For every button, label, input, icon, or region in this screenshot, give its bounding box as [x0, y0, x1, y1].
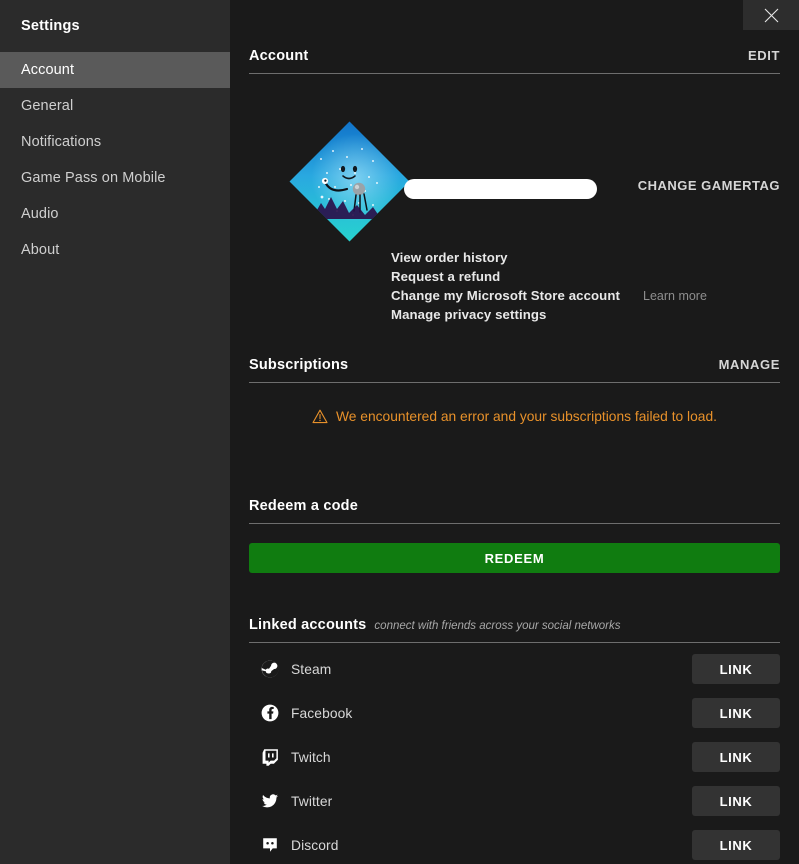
subscriptions-error: We encountered an error and your subscri… [249, 409, 780, 424]
sidebar-title: Settings [21, 18, 80, 34]
avatar-art-icon [288, 120, 410, 242]
subscriptions-section-title: Subscriptions [249, 357, 349, 373]
account-link-row: Change my Microsoft Store account Learn m… [391, 288, 707, 303]
subscriptions-section: Subscriptions MANAGE We encountered an e… [249, 357, 780, 437]
twitter-icon [261, 792, 279, 810]
learn-more-link[interactable]: Learn more [643, 289, 707, 303]
link-button-discord[interactable]: LINK [692, 830, 780, 860]
sidebar-item-about[interactable]: About [0, 232, 230, 268]
twitch-icon [261, 748, 279, 766]
steam-icon [261, 660, 279, 678]
redeem-button[interactable]: REDEEM [249, 543, 780, 573]
account-link[interactable]: Request a refund [391, 269, 500, 284]
service-name: Twitter [291, 793, 333, 809]
account-body: CHANGE GAMERTAG View order history Reques… [249, 74, 780, 322]
discord-icon [261, 836, 279, 854]
linked-account-row: Twitter LINK [249, 779, 780, 823]
link-button-twitter[interactable]: LINK [692, 786, 780, 816]
service-name: Twitch [291, 749, 331, 765]
account-link-row: Request a refund [391, 269, 707, 284]
redeem-section: Redeem a code REDEEM [249, 498, 780, 578]
account-link[interactable]: Manage privacy settings [391, 307, 546, 322]
avatar-diamond [288, 120, 410, 242]
sidebar-item-game-pass-on-mobile[interactable]: Game Pass on Mobile [0, 160, 230, 196]
account-section-header: Account EDIT [249, 48, 780, 74]
close-icon [764, 8, 778, 22]
account-links-list: View order history Request a refund Change… [391, 250, 707, 326]
linked-accounts-title: Linked accounts [249, 617, 367, 633]
content-area: Account EDIT CHANGE GAMERTAG View order … [230, 0, 799, 864]
sidebar-item-label: Account [21, 62, 75, 78]
link-button-steam[interactable]: LINK [692, 654, 780, 684]
sidebar-item-label: General [21, 98, 74, 114]
account-section-title: Account [249, 48, 309, 64]
linked-account-row: Facebook LINK [249, 691, 780, 735]
sidebar: Settings Account General Notifications Game… [0, 0, 230, 864]
service-name: Steam [291, 661, 332, 677]
service-name: Discord [291, 837, 339, 853]
service-name: Facebook [291, 705, 353, 721]
edit-button[interactable]: EDIT [748, 48, 780, 63]
sidebar-item-account[interactable]: Account [0, 52, 230, 88]
warning-triangle-icon [312, 409, 328, 424]
linked-accounts-section-header: Linked accounts connect with friends acr… [249, 617, 780, 643]
redeem-section-header: Redeem a code [249, 498, 780, 524]
linked-accounts-list: Steam LINK Facebook LINK Twitch LINK Twitter LI… [249, 647, 780, 864]
settings-window: Settings Account General Notifications Game… [0, 0, 799, 864]
sidebar-item-label: Audio [21, 206, 59, 222]
sidebar-item-label: About [21, 242, 60, 258]
gamertag-redacted [404, 179, 597, 199]
sidebar-nav-list: Account General Notifications Game Pass on … [0, 52, 230, 268]
avatar[interactable] [288, 120, 410, 242]
sidebar-item-audio[interactable]: Audio [0, 196, 230, 232]
sidebar-item-label: Game Pass on Mobile [21, 170, 166, 186]
sidebar-item-notifications[interactable]: Notifications [0, 124, 230, 160]
redeem-section-title: Redeem a code [249, 498, 358, 514]
sidebar-item-label: Notifications [21, 134, 102, 150]
linked-accounts-subtitle: connect with friends across your social … [374, 620, 621, 632]
account-link[interactable]: Change my Microsoft Store account [391, 288, 620, 303]
manage-button[interactable]: MANAGE [719, 357, 780, 372]
linked-accounts-section: Linked accounts connect with friends acr… [249, 617, 780, 860]
account-link[interactable]: View order history [391, 250, 508, 265]
account-link-row: View order history [391, 250, 707, 265]
account-link-row: Manage privacy settings [391, 307, 707, 322]
link-button-facebook[interactable]: LINK [692, 698, 780, 728]
facebook-icon [261, 704, 279, 722]
linked-account-row: Discord LINK [249, 823, 780, 864]
linked-account-row: Twitch LINK [249, 735, 780, 779]
subscriptions-section-header: Subscriptions MANAGE [249, 357, 780, 383]
account-section: Account EDIT CHANGE GAMERTAG View order … [249, 48, 780, 322]
linked-account-row: Steam LINK [249, 647, 780, 691]
change-gamertag-button[interactable]: CHANGE GAMERTAG [638, 178, 780, 193]
close-button[interactable] [743, 0, 799, 30]
sidebar-item-general[interactable]: General [0, 88, 230, 124]
link-button-twitch[interactable]: LINK [692, 742, 780, 772]
subscriptions-error-message: We encountered an error and your subscri… [336, 409, 717, 424]
